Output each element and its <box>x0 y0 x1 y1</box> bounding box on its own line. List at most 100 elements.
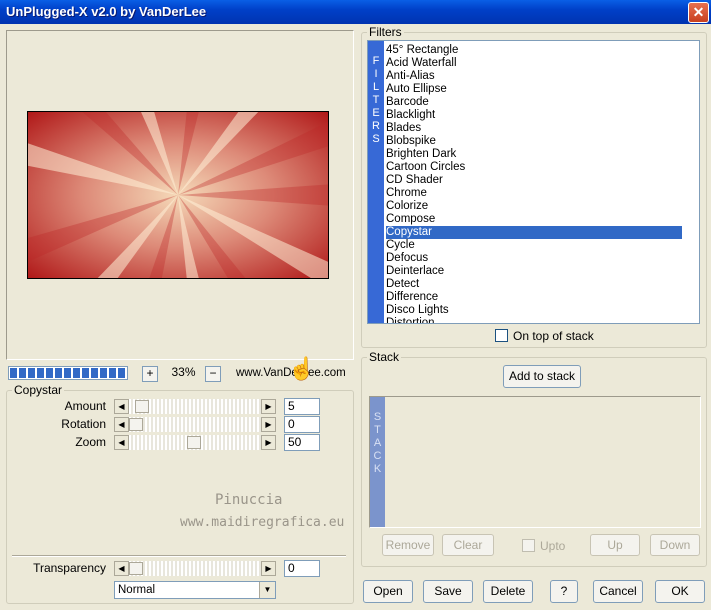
filter-item[interactable]: Blades <box>386 122 682 135</box>
band-letter: S <box>373 411 382 423</box>
preview-pane <box>6 30 354 360</box>
band-letter: I <box>374 68 378 80</box>
slider-thumb[interactable] <box>135 400 149 413</box>
stack-group-label: Stack <box>367 350 402 364</box>
blend-mode-value: Normal <box>118 584 156 596</box>
stack-list[interactable]: STACK <box>369 396 701 528</box>
filter-item[interactable]: Defocus <box>386 252 682 265</box>
filter-item[interactable]: Auto Ellipse <box>386 83 682 96</box>
rotation-value[interactable]: 0 <box>284 416 320 433</box>
filter-item[interactable]: Chrome <box>386 187 682 200</box>
slider-right-icon[interactable]: ▶ <box>261 417 276 432</box>
progress-segment <box>55 368 62 378</box>
delete-button[interactable]: Delete <box>483 580 533 603</box>
preview-image <box>27 111 329 279</box>
filter-item[interactable]: Brighten Dark <box>386 148 682 161</box>
transparency-value[interactable]: 0 <box>284 560 320 577</box>
filter-item[interactable]: Detect <box>386 278 682 291</box>
add-to-stack-button[interactable]: Add to stack <box>503 365 581 388</box>
filter-item[interactable]: Copystar <box>386 226 682 239</box>
amount-label: Amount <box>64 399 106 413</box>
filter-item[interactable]: Barcode <box>386 96 682 109</box>
filter-item[interactable]: Deinterlace <box>386 265 682 278</box>
band-letter: S <box>372 133 380 145</box>
open-button[interactable]: Open <box>363 580 413 603</box>
band-letter: L <box>372 81 380 93</box>
down-button[interactable]: Down <box>650 534 700 556</box>
on-top-checkbox[interactable] <box>495 329 508 342</box>
ok-button[interactable]: OK <box>655 580 705 603</box>
transparency-slider[interactable] <box>129 561 261 576</box>
close-icon: ✕ <box>692 4 705 20</box>
amount-value[interactable]: 5 <box>284 398 320 415</box>
slider-thumb[interactable] <box>129 562 143 575</box>
clear-button[interactable]: Clear <box>442 534 494 556</box>
filter-item[interactable]: Cartoon Circles <box>386 161 682 174</box>
filter-list[interactable]: FILTERS 45° Rectangle Acid Waterfall Anti-… <box>367 40 700 324</box>
filter-item[interactable]: Colorize <box>386 200 682 213</box>
band-letter: T <box>374 424 381 436</box>
watermark-line1: Pinuccia <box>215 492 283 508</box>
band-letter: F <box>372 55 380 67</box>
filter-item[interactable]: Difference <box>386 291 682 304</box>
stack-band: STACK <box>370 397 385 527</box>
params-group-label: Copystar <box>12 383 65 397</box>
filter-item[interactable]: Acid Waterfall <box>386 57 682 70</box>
progress-segment <box>82 368 89 378</box>
filter-item[interactable]: Compose <box>386 213 682 226</box>
slider-left-icon[interactable]: ◀ <box>114 417 129 432</box>
slider-thumb[interactable] <box>187 436 201 449</box>
progress-segment <box>10 368 17 378</box>
band-letter: C <box>373 450 382 462</box>
remove-button[interactable]: Remove <box>382 534 434 556</box>
slider-left-icon[interactable]: ◀ <box>114 561 129 576</box>
filter-item[interactable]: Blobspike <box>386 135 682 148</box>
close-button[interactable]: ✕ <box>688 2 709 23</box>
slider-right-icon[interactable]: ▶ <box>261 435 276 450</box>
band-letter: E <box>372 107 380 119</box>
rotation-slider[interactable] <box>129 417 261 432</box>
zoom-in-button[interactable]: + <box>142 366 158 382</box>
hand-cursor-icon: ☝ <box>288 356 316 381</box>
progress-segment <box>109 368 116 378</box>
progress-segment <box>64 368 71 378</box>
cancel-button[interactable]: Cancel <box>593 580 643 603</box>
progress-segment <box>100 368 107 378</box>
progress-segment <box>73 368 80 378</box>
zoom-out-button[interactable]: − <box>205 366 221 382</box>
zoom-level: 33% <box>171 365 196 379</box>
filter-item[interactable]: Disco Lights <box>386 304 682 317</box>
filter-item[interactable]: Cycle <box>386 239 682 252</box>
progress-segment <box>19 368 26 378</box>
filter-item[interactable]: CD Shader <box>386 174 682 187</box>
band-letter: T <box>372 94 380 106</box>
blend-mode-select[interactable]: Normal ▼ <box>114 581 276 599</box>
progress-segment <box>118 368 125 378</box>
slider-right-icon[interactable]: ▶ <box>261 561 276 576</box>
filter-item[interactable]: Anti-Alias <box>386 70 682 83</box>
chevron-down-icon: ▼ <box>259 582 275 598</box>
zoom-value[interactable]: 50 <box>284 434 320 451</box>
slider-thumb[interactable] <box>129 418 143 431</box>
filter-item[interactable]: 45° Rectangle <box>386 44 682 57</box>
filter-item[interactable]: Distortion <box>386 317 682 323</box>
progress-bar <box>8 366 128 380</box>
slider-left-icon[interactable]: ◀ <box>114 399 129 414</box>
on-top-label: On top of stack <box>513 329 594 343</box>
save-button[interactable]: Save <box>423 580 473 603</box>
help-button[interactable]: ? <box>550 580 578 603</box>
band-letter: K <box>373 463 382 475</box>
upto-label: Upto <box>540 539 566 553</box>
band-letter: R <box>372 120 380 132</box>
progress-segment <box>37 368 44 378</box>
up-button[interactable]: Up <box>590 534 640 556</box>
rotation-label: Rotation <box>61 417 106 431</box>
slider-left-icon[interactable]: ◀ <box>114 435 129 450</box>
slider-right-icon[interactable]: ▶ <box>261 399 276 414</box>
transparency-label: Transparency <box>33 561 106 575</box>
window-title: UnPlugged-X v2.0 by VanDerLee <box>6 4 207 19</box>
band-letter: A <box>373 437 382 449</box>
upto-checkbox[interactable] <box>522 539 535 552</box>
progress-segment <box>46 368 53 378</box>
filter-item[interactable]: Blacklight <box>386 109 682 122</box>
